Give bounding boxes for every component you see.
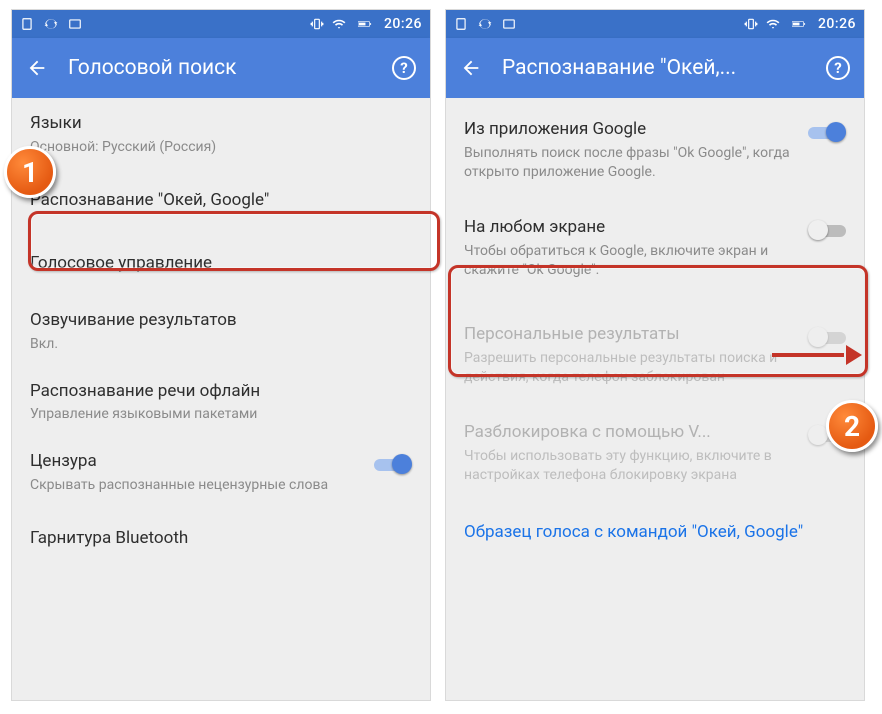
- back-icon[interactable]: [460, 57, 482, 79]
- row-title: Разблокировка с помощью V...: [464, 421, 798, 444]
- sync-icon: [478, 17, 492, 31]
- step-badge-1: 1: [4, 146, 56, 198]
- row-title: Персональные результаты: [464, 323, 798, 346]
- toggle-from-app[interactable]: [808, 122, 846, 142]
- row-voice-sample[interactable]: Образец голоса с командой "Окей, Google": [446, 497, 864, 544]
- page-title: Распознавание "Окей,...: [502, 56, 806, 80]
- phone-right: 20:26 Распознавание "Окей,... ? Из прило…: [446, 10, 864, 700]
- row-ok-google-detection[interactable]: Распознавание "Окей, Google": [12, 169, 430, 232]
- row-title: Языки: [30, 112, 412, 135]
- row-subtitle: Скрывать распознанные нецензурные слова: [30, 476, 364, 495]
- row-title: Цензура: [30, 450, 364, 473]
- vibrate-icon: [310, 17, 324, 31]
- vibrate-icon: [744, 17, 758, 31]
- row-subtitle: Чтобы использовать эту функцию, включите…: [464, 447, 798, 485]
- card-icon: [502, 17, 516, 31]
- row-bluetooth-headset[interactable]: Гарнитура Bluetooth: [12, 507, 430, 554]
- app-bar: Распознавание "Окей,... ?: [446, 38, 864, 98]
- row-voice-unlock: Разблокировка с помощью V... Чтобы испол…: [446, 399, 864, 497]
- row-from-google-app[interactable]: Из приложения Google Выполнять поиск пос…: [446, 98, 864, 194]
- toggle-censor[interactable]: [374, 454, 412, 474]
- status-time: 20:26: [384, 16, 422, 32]
- card-icon: [68, 17, 82, 31]
- settings-list: Языки Основной: Русский (Россия) Распозн…: [12, 98, 430, 700]
- step-badge-2: 2: [826, 400, 878, 452]
- row-subtitle: Выполнять поиск после фразы "Ok Google",…: [464, 144, 798, 182]
- sync-icon: [44, 17, 58, 31]
- row-subtitle: Вкл.: [30, 335, 412, 354]
- row-subtitle: Чтобы обратиться к Google, включите экра…: [464, 242, 798, 280]
- row-languages[interactable]: Языки Основной: Русский (Россия): [12, 98, 430, 169]
- status-bar: 20:26: [12, 10, 430, 38]
- row-title: Распознавание речи офлайн: [30, 380, 412, 403]
- row-title: Из приложения Google: [464, 118, 798, 141]
- row-censor[interactable]: Цензура Скрывать распознанные нецензурны…: [12, 436, 430, 507]
- row-personal-results: Персональные результаты Разрешить персон…: [446, 301, 864, 399]
- row-title: На любом экране: [464, 216, 798, 239]
- row-voice-control[interactable]: Голосовое управление: [12, 232, 430, 295]
- row-subtitle: Основной: Русский (Россия): [30, 138, 412, 157]
- wifi-icon: [766, 17, 780, 31]
- row-title: Распознавание "Окей, Google": [30, 189, 412, 212]
- page-icon: [454, 17, 468, 31]
- toggle-any-screen[interactable]: [808, 220, 846, 240]
- battery-icon: [788, 17, 810, 31]
- row-title: Озвучивание результатов: [30, 309, 412, 332]
- row-any-screen[interactable]: На любом экране Чтобы обратиться к Googl…: [446, 194, 864, 302]
- status-bar: 20:26: [446, 10, 864, 38]
- phone-left: 20:26 Голосовой поиск ? Языки Основной: …: [12, 10, 430, 700]
- row-title: Голосовое управление: [30, 252, 412, 275]
- wifi-icon: [332, 17, 346, 31]
- toggle-personal: [808, 327, 846, 347]
- help-icon[interactable]: ?: [826, 56, 850, 80]
- page-icon: [20, 17, 34, 31]
- status-time: 20:26: [818, 16, 856, 32]
- row-subtitle: Разрешить персональные результаты поиска…: [464, 349, 798, 387]
- page-title: Голосовой поиск: [68, 56, 372, 80]
- back-icon[interactable]: [26, 57, 48, 79]
- row-title: Образец голоса с командой "Окей, Google": [464, 521, 846, 544]
- battery-icon: [354, 17, 376, 31]
- row-title: Гарнитура Bluetooth: [30, 527, 412, 550]
- row-offline-recognition[interactable]: Распознавание речи офлайн Управление язы…: [12, 366, 430, 437]
- app-bar: Голосовой поиск ?: [12, 38, 430, 98]
- help-icon[interactable]: ?: [392, 56, 416, 80]
- row-speech-output[interactable]: Озвучивание результатов Вкл.: [12, 295, 430, 366]
- settings-list: Из приложения Google Выполнять поиск пос…: [446, 98, 864, 700]
- row-subtitle: Управление языковыми пакетами: [30, 405, 412, 424]
